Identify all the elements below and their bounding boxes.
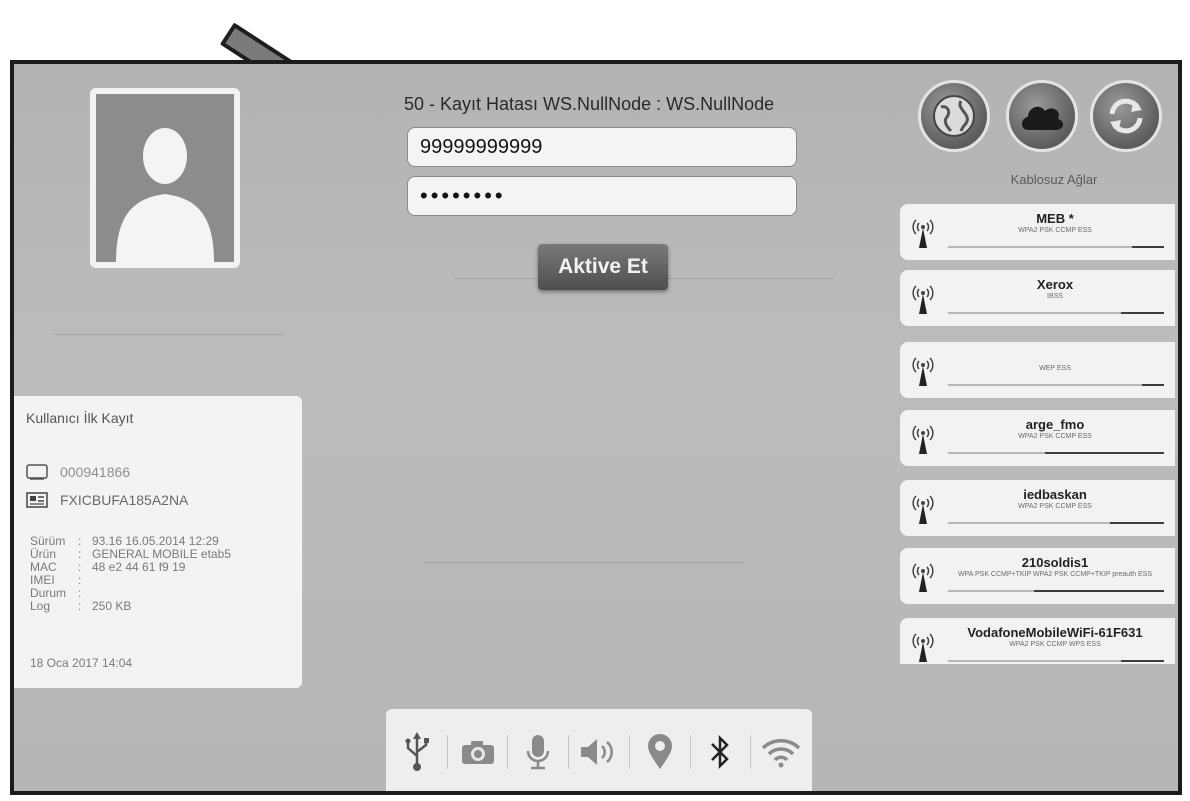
wifi-signal-bar [948, 590, 1164, 592]
separator [568, 735, 570, 769]
globe-icon [933, 95, 975, 137]
scan-noise [424, 562, 744, 563]
spec-row: MAC: 48 e2 44 61 f9 19 [30, 560, 186, 574]
device-code-row: FXICBUFA185A2NA [26, 492, 188, 508]
wifi-signal-fill [1110, 522, 1164, 524]
separator [750, 735, 752, 769]
wifi-signal-bar [948, 522, 1164, 524]
wifi-network-item[interactable]: 210soldis1 WPA PSK CCMP+TKIP WPA2 PSK CC… [900, 548, 1175, 604]
wifi-network-list[interactable]: MEB * WPA2 PSK CCMP ESS Xerox IBSS WEP E… [900, 204, 1178, 664]
cloud-button[interactable] [1006, 80, 1078, 152]
person-silhouette-icon [116, 128, 214, 262]
spec-value: 48 e2 44 61 f9 19 [92, 560, 186, 574]
spec-row: Ürün: GENERAL MOBILE etab5 [30, 547, 231, 561]
wifi-signal-fill [1131, 246, 1164, 248]
wifi-signal-icon [912, 285, 934, 314]
wifi-signal-bar [948, 312, 1164, 314]
activate-button[interactable]: Aktive Et [538, 244, 668, 290]
wifi-signal-icon [912, 563, 934, 592]
tablet-icon [26, 464, 48, 480]
spec-key: IMEI [30, 573, 55, 587]
wifi-signal-bar [948, 246, 1164, 248]
sync-icon [1109, 98, 1143, 134]
device-serial: 000941866 [60, 464, 131, 480]
wifi-signal-fill [1120, 660, 1164, 662]
wifi-signal-icon [912, 425, 934, 454]
spec-key: MAC [30, 560, 57, 574]
wifi-network-name: arge_fmo [1025, 417, 1085, 432]
wifi-icon[interactable] [761, 732, 801, 772]
separator [628, 735, 630, 769]
wifi-network-name: VodafoneMobileWiFi-61F631 [967, 625, 1143, 640]
tablet-screen: 50 - Kayıt Hatası WS.NullNode : WS.NullN… [10, 60, 1182, 795]
wifi-signal-icon [912, 633, 934, 662]
separator [689, 735, 691, 769]
speaker-icon[interactable] [579, 732, 619, 772]
wifi-signal-icon [912, 219, 934, 248]
username-value: 99999999999 [420, 135, 543, 158]
microphone-icon[interactable] [518, 732, 558, 772]
spec-key: Log [30, 599, 51, 613]
device-code: FXICBUFA185A2NA [60, 492, 189, 508]
wifi-network-item[interactable]: WEP ESS [900, 342, 1175, 398]
spec-key: Durum [30, 586, 67, 600]
cloud-icon [1022, 106, 1064, 130]
username-field[interactable]: 99999999999 [407, 127, 797, 167]
wifi-signal-fill [1120, 312, 1164, 314]
scan-noise [54, 334, 284, 335]
id-card-icon [26, 492, 48, 508]
wifi-header: Kablosuz Ağlar [1010, 172, 1098, 187]
wifi-signal-icon [912, 357, 934, 386]
wifi-network-name: 210soldis1 [1021, 555, 1089, 570]
wifi-signal-icon [912, 495, 934, 524]
password-field[interactable]: •••••••• [407, 176, 797, 216]
globe-button[interactable] [918, 80, 990, 152]
wifi-network-name: MEB * [1036, 211, 1074, 226]
device-serial-row: 000941866 [26, 464, 130, 480]
spec-row: Sürüm: 93.16 16.05.2014 12:29 [30, 534, 219, 548]
wifi-signal-fill [1034, 590, 1164, 592]
wifi-network-security: WPA2 PSK CCMP ESS [1018, 433, 1092, 440]
separator [507, 735, 509, 769]
spec-row: IMEI: [30, 573, 82, 587]
location-icon[interactable] [640, 732, 680, 772]
camera-icon[interactable] [458, 732, 498, 772]
password-mask: •••••••• [420, 183, 506, 208]
spec-value: 93.16 16.05.2014 12:29 [92, 534, 219, 548]
spec-row: Durum: [30, 586, 82, 600]
wifi-signal-bar [948, 660, 1164, 662]
wifi-network-security: WEP ESS [1039, 365, 1071, 372]
separator [446, 735, 448, 769]
wifi-network-item[interactable]: Xerox IBSS [900, 270, 1175, 326]
wifi-network-security: WPA PSK CCMP+TKIP WPA2 PSK CCMP+TKIP pre… [958, 571, 1152, 578]
wifi-signal-fill [1045, 452, 1164, 454]
spec-row: Log: 250 KB [30, 599, 132, 613]
wifi-network-security: IBSS [1047, 293, 1063, 300]
spec-value: GENERAL MOBILE etab5 [92, 547, 231, 561]
wifi-signal-fill [1142, 384, 1164, 386]
wifi-network-security: WPA2 PSK CCMP ESS [1018, 227, 1092, 234]
wifi-signal-bar [948, 384, 1164, 386]
spec-value: 250 KB [92, 599, 132, 613]
user-registration-panel: Kullanıcı İlk Kayıt 000941866 FXICBUFA18… [14, 396, 302, 688]
wifi-network-item[interactable]: MEB * WPA2 PSK CCMP ESS [900, 204, 1175, 260]
wifi-network-name: iedbaskan [1023, 487, 1087, 502]
panel-title: Kullanıcı İlk Kayıt [26, 410, 134, 426]
error-title: 50 - Kayıt Hatası WS.NullNode : WS.NullN… [404, 94, 775, 114]
wifi-signal-bar [948, 452, 1164, 454]
sync-button[interactable] [1090, 80, 1162, 152]
registration-date: 18 Oca 2017 14:04 [30, 656, 133, 670]
wifi-network-security: WPA2 PSK CCMP WPS ESS [1009, 641, 1101, 648]
user-avatar[interactable] [90, 88, 240, 268]
wifi-network-name: Xerox [1036, 277, 1074, 292]
wifi-network-item[interactable]: VodafoneMobileWiFi-61F631 WPA2 PSK CCMP … [900, 618, 1175, 664]
wifi-network-item[interactable]: arge_fmo WPA2 PSK CCMP ESS [900, 410, 1175, 466]
spec-key: Sürüm [30, 534, 66, 548]
bluetooth-icon[interactable] [700, 732, 740, 772]
usb-icon[interactable] [397, 732, 437, 772]
wifi-network-item[interactable]: iedbaskan WPA2 PSK CCMP ESS [900, 480, 1175, 536]
wifi-network-security: WPA2 PSK CCMP ESS [1018, 503, 1092, 510]
spec-key: Ürün [30, 547, 57, 561]
hardware-status-bar [386, 709, 812, 791]
